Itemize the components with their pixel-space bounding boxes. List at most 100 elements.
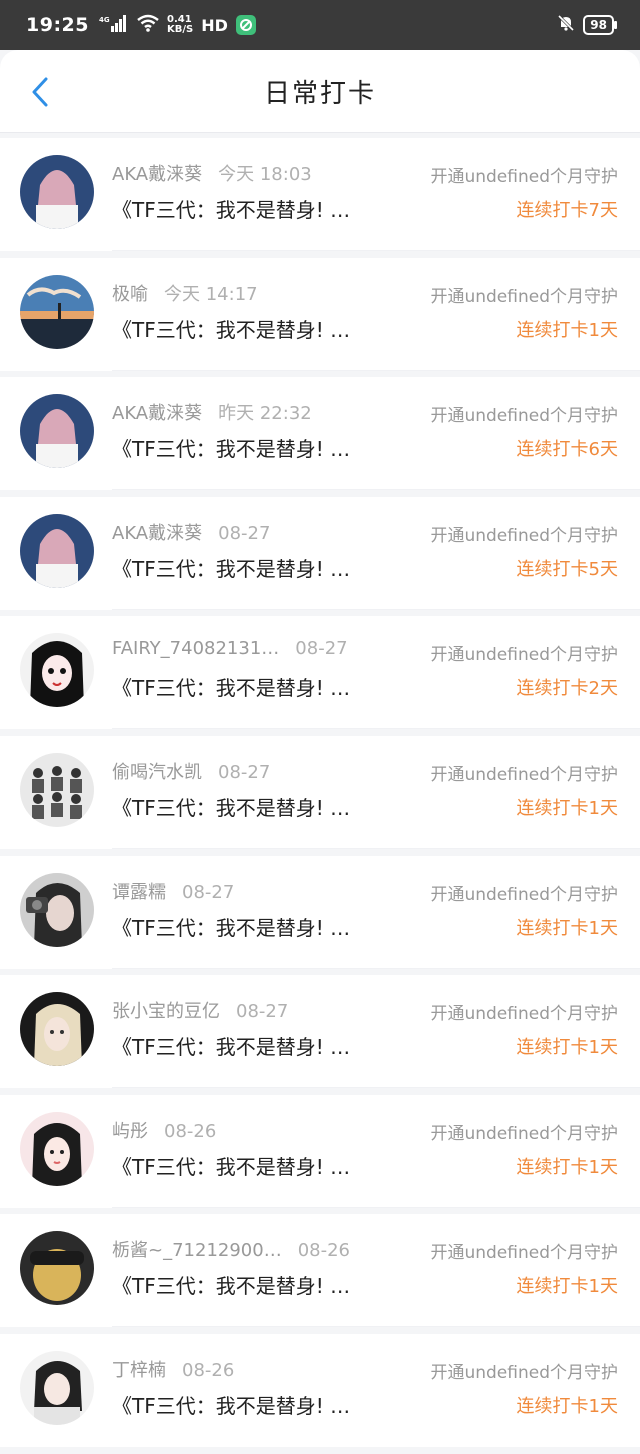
page-title: 日常打卡 bbox=[263, 78, 376, 109]
user-line: AKA戴涞葵 昨天 22:32 bbox=[112, 399, 312, 425]
status-icons: 4G 0.41 KB/S HD bbox=[99, 14, 256, 36]
username[interactable]: 栃酱~_71212900… bbox=[112, 1240, 282, 1261]
divider bbox=[112, 1326, 640, 1328]
work-title: 《TF三代：我不是替身! … bbox=[112, 317, 351, 342]
wifi-icon bbox=[137, 14, 159, 36]
user-line: FAIRY_74082131… 08-27 bbox=[112, 638, 348, 659]
streak-label: 连续打卡1天 bbox=[516, 1037, 618, 1059]
svg-text:4G: 4G bbox=[99, 16, 110, 24]
streak-label: 连续打卡1天 bbox=[516, 319, 618, 341]
work-title: 《TF三代：我不是替身! … bbox=[112, 676, 351, 701]
avatar[interactable] bbox=[20, 1111, 94, 1186]
list-item[interactable]: 张小宝的豆亿 08-27 《TF三代：我不是替身! … 开通undefined个月… bbox=[0, 975, 640, 1089]
guard-status: 开通undefined个月守护 bbox=[430, 406, 618, 427]
page-header: 日常打卡 bbox=[0, 50, 640, 132]
user-line: AKA戴涞葵 08-27 bbox=[112, 519, 270, 545]
streak-label: 连续打卡7天 bbox=[516, 200, 618, 221]
guard-status: 开通undefined个月守护 bbox=[430, 167, 618, 187]
divider bbox=[112, 728, 640, 730]
list-item[interactable]: AKA戴涞葵 昨天 22:32 《TF三代：我不是替身! … 开通undefine… bbox=[0, 377, 640, 491]
back-button[interactable] bbox=[20, 72, 60, 112]
timestamp: 08-26 bbox=[182, 1359, 235, 1381]
avatar[interactable] bbox=[20, 513, 94, 588]
user-line: 极喻 今天 14:17 bbox=[112, 280, 258, 306]
user-line: 张小宝的豆亿 08-27 bbox=[112, 997, 288, 1023]
work-title: 《TF三代：我不是替身! … bbox=[112, 1274, 351, 1299]
divider bbox=[112, 1206, 640, 1208]
username[interactable]: 张小宝的豆亿 bbox=[112, 1001, 220, 1022]
guard-status: 开通undefined个月守护 bbox=[430, 764, 618, 785]
timestamp: 昨天 22:32 bbox=[218, 403, 312, 425]
timestamp: 08-27 bbox=[295, 638, 348, 660]
timestamp: 今天 14:17 bbox=[164, 283, 258, 305]
list-item[interactable]: 丁梓楠 08-26 《TF三代：我不是替身! … 开通undefined个月守护 … bbox=[0, 1333, 640, 1447]
username[interactable]: AKA戴涞葵 bbox=[112, 523, 202, 544]
user-line: 谭露糯 08-27 bbox=[112, 878, 234, 904]
streak-label: 连续打卡1天 bbox=[516, 1156, 618, 1178]
avatar[interactable] bbox=[20, 155, 94, 229]
work-title: 《TF三代：我不是替身! … bbox=[112, 915, 351, 940]
username[interactable]: 丁梓楠 bbox=[112, 1360, 166, 1381]
list-item[interactable]: AKA戴涞葵 08-27 《TF三代：我不是替身! … 开通undefined个月… bbox=[0, 496, 640, 610]
list-item[interactable]: AKA戴涞葵 今天 18:03 《TF三代：我不是替身! … 开通undefine… bbox=[0, 138, 640, 251]
guard-status: 开通undefined个月守护 bbox=[430, 884, 618, 905]
avatar[interactable] bbox=[20, 1231, 94, 1306]
avatar[interactable] bbox=[20, 633, 94, 708]
guard-status: 开通undefined个月守护 bbox=[430, 525, 618, 546]
streak-label: 连续打卡2天 bbox=[516, 678, 618, 700]
chevron-left-icon bbox=[32, 77, 48, 107]
list-item[interactable]: FAIRY_74082131… 08-27 《TF三代：我不是替身! … 开通un… bbox=[0, 616, 640, 730]
user-line: 屿彤 08-26 bbox=[112, 1117, 216, 1143]
username[interactable]: FAIRY_74082131… bbox=[112, 638, 279, 659]
avatar[interactable] bbox=[20, 1350, 94, 1425]
streak-label: 连续打卡1天 bbox=[516, 797, 618, 819]
username[interactable]: 谭露糯 bbox=[112, 882, 166, 903]
streak-label: 连续打卡6天 bbox=[516, 439, 618, 461]
streak-label: 连续打卡1天 bbox=[516, 1276, 618, 1298]
guard-status: 开通undefined个月守护 bbox=[430, 1123, 618, 1144]
timestamp: 08-27 bbox=[218, 761, 271, 783]
list-item[interactable]: 极喻 今天 14:17 《TF三代：我不是替身! … 开通undefined个月守… bbox=[0, 257, 640, 371]
divider bbox=[112, 369, 640, 371]
user-line: AKA戴涞葵 今天 18:03 bbox=[112, 160, 312, 186]
list-item[interactable]: 偷喝汽水凯 08-27 《TF三代：我不是替身! … 开通undefined个月守… bbox=[0, 735, 640, 849]
work-title: 《TF三代：我不是替身! … bbox=[112, 437, 351, 462]
work-title: 《TF三代：我不是替身! … bbox=[112, 1154, 351, 1179]
guard-status: 开通undefined个月守护 bbox=[430, 286, 618, 307]
streak-label: 连续打卡1天 bbox=[516, 1395, 618, 1417]
avatar[interactable] bbox=[20, 992, 94, 1067]
work-title: 《TF三代：我不是替身! … bbox=[112, 1035, 351, 1060]
timestamp: 08-27 bbox=[218, 522, 271, 544]
mute-bell-icon bbox=[557, 14, 575, 36]
username[interactable]: AKA戴涞葵 bbox=[112, 164, 202, 185]
username[interactable]: 极喻 bbox=[112, 284, 148, 305]
user-line: 栃酱~_71212900… 08-26 bbox=[112, 1236, 350, 1262]
streak-label: 连续打卡1天 bbox=[516, 917, 618, 939]
list-item[interactable]: 栃酱~_71212900… 08-26 《TF三代：我不是替身! … 开通unde… bbox=[0, 1214, 640, 1328]
avatar[interactable] bbox=[20, 274, 94, 349]
avatar[interactable] bbox=[20, 394, 94, 469]
user-line: 偷喝汽水凯 08-27 bbox=[112, 758, 270, 784]
streak-label: 连续打卡5天 bbox=[516, 558, 618, 580]
username[interactable]: 屿彤 bbox=[112, 1121, 148, 1142]
divider bbox=[112, 847, 640, 849]
username[interactable]: 偷喝汽水凯 bbox=[112, 762, 202, 783]
status-bar: 19:25 4G 0.41 KB/S HD 98 bbox=[0, 0, 640, 50]
work-title: 《TF三代：我不是替身! … bbox=[112, 1393, 351, 1418]
divider bbox=[112, 608, 640, 610]
timestamp: 08-26 bbox=[297, 1240, 351, 1262]
list-item[interactable]: 屿彤 08-26 《TF三代：我不是替身! … 开通undefined个月守护 连… bbox=[0, 1094, 640, 1208]
divider bbox=[112, 250, 640, 251]
user-line: 丁梓楠 08-26 bbox=[112, 1356, 234, 1382]
guard-status: 开通undefined个月守护 bbox=[430, 1004, 618, 1025]
avatar[interactable] bbox=[20, 872, 94, 947]
battery-indicator: 98 bbox=[583, 15, 617, 35]
guard-status: 开通undefined个月守护 bbox=[430, 645, 618, 666]
avatar[interactable] bbox=[20, 752, 94, 827]
checkin-list: AKA戴涞葵 今天 18:03 《TF三代：我不是替身! … 开通undefine… bbox=[0, 138, 640, 1454]
list-item[interactable]: 谭露糯 08-27 《TF三代：我不是替身! … 开通undefined个月守护 … bbox=[0, 855, 640, 969]
timestamp: 今天 18:03 bbox=[218, 164, 312, 185]
username[interactable]: AKA戴涞葵 bbox=[112, 403, 202, 424]
divider bbox=[112, 1087, 640, 1089]
app-notification-icon bbox=[235, 15, 256, 35]
